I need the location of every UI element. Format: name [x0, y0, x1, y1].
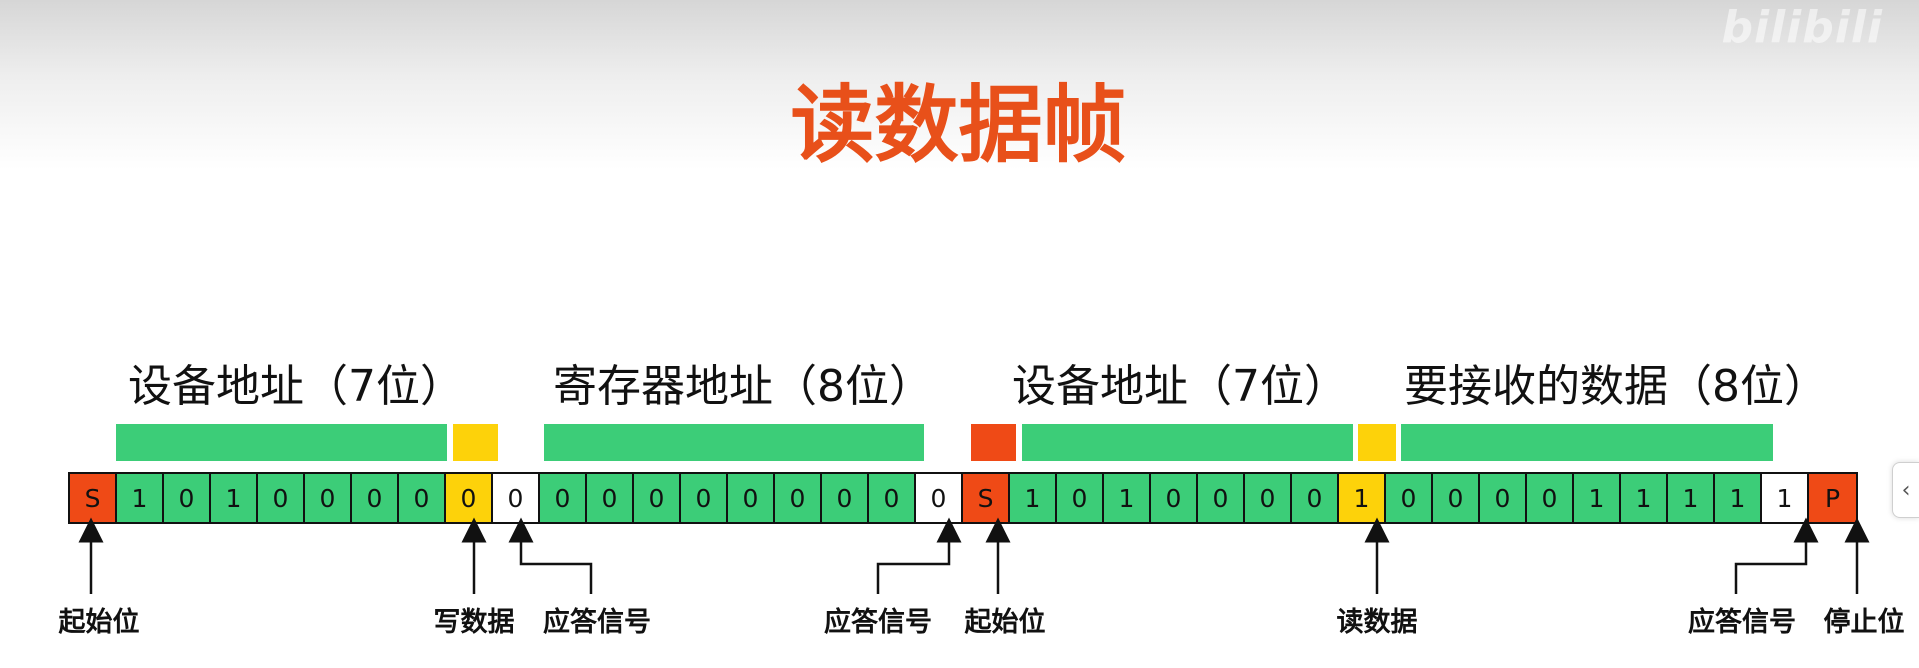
- marker-label-stop-bit: 停止位: [1823, 607, 1905, 638]
- marker-label-ack-2: 应答信号: [824, 607, 932, 638]
- marker-arrows: [78, 517, 1870, 594]
- marker-label-write-data: 写数据: [433, 607, 515, 638]
- arrow-ack-2: [876, 517, 962, 594]
- arrow-ack-3: [1734, 517, 1819, 594]
- marker-label-ack-1: 应答信号: [543, 607, 651, 638]
- arrow-ack-1: [508, 517, 593, 594]
- marker-label-read-data: 读数据: [1336, 607, 1418, 638]
- marker-label-ack-3: 应答信号: [1688, 607, 1796, 638]
- chevron-left-icon[interactable]: ‹: [1892, 462, 1919, 518]
- marker-label-start-bit-2: 起始位: [964, 607, 1046, 638]
- marker-label-start-bit-1: 起始位: [58, 607, 140, 638]
